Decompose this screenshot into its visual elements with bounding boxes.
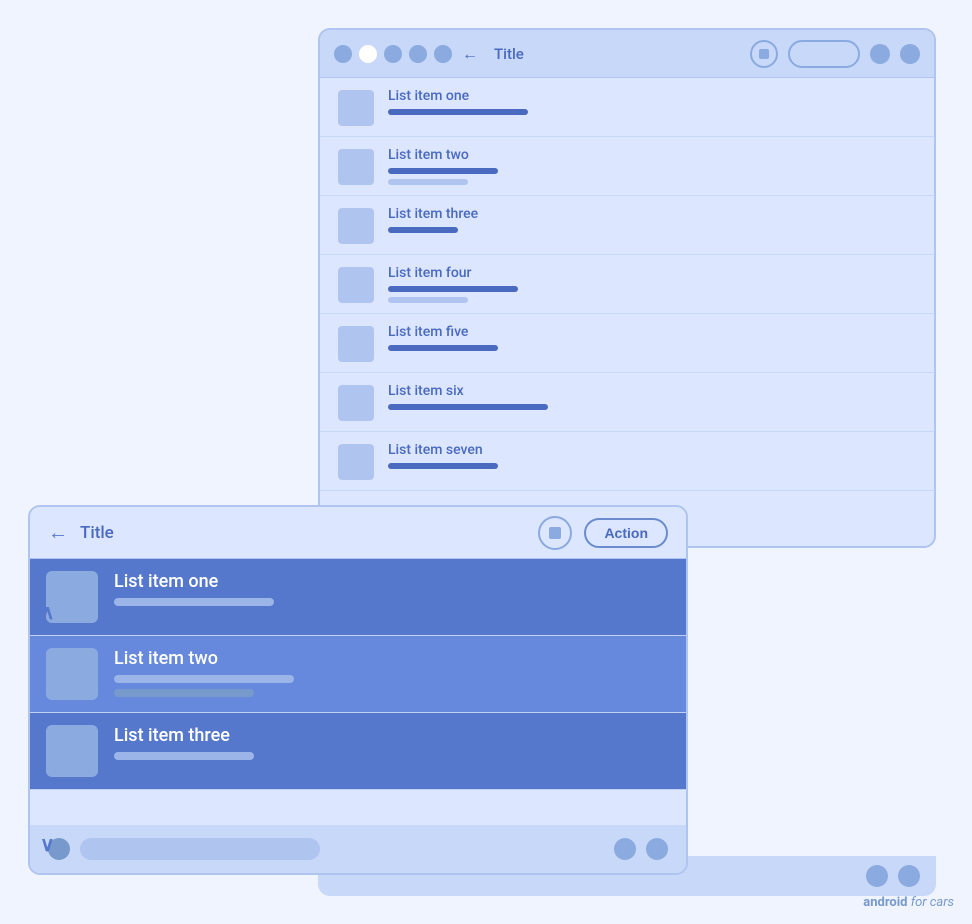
front-window-title: Title xyxy=(80,523,526,543)
back-item-title: List item five xyxy=(388,324,498,340)
front-menu-icon[interactable] xyxy=(538,516,572,550)
front-bar-primary xyxy=(114,675,294,683)
list-item[interactable]: List item one xyxy=(320,78,934,137)
bar-primary xyxy=(388,463,498,469)
watermark-suffix: for cars xyxy=(911,895,954,910)
list-item[interactable]: List item four xyxy=(320,255,934,314)
back-menu-icon-inner xyxy=(759,49,769,59)
front-list: List item one List item two List item th… xyxy=(30,559,686,825)
back-window-title: Title xyxy=(494,45,740,63)
back-item-text: List item four xyxy=(388,265,518,303)
back-pill-button[interactable] xyxy=(788,40,860,68)
front-item-title: List item one xyxy=(114,571,274,592)
back-bottom-dot-1 xyxy=(866,865,888,887)
back-item-text: List item seven xyxy=(388,442,498,469)
bar-secondary xyxy=(388,179,468,185)
front-window: ← Title Action List item one List item t… xyxy=(28,505,688,875)
front-bar-primary xyxy=(114,598,274,606)
back-thumb xyxy=(338,90,374,126)
back-item-text: List item three xyxy=(388,206,478,233)
dot-2 xyxy=(359,45,377,63)
list-item[interactable]: List item five xyxy=(320,314,934,373)
chevron-up-icon[interactable]: ∧ xyxy=(40,600,55,624)
back-item-title: List item three xyxy=(388,206,478,222)
front-item-title: List item two xyxy=(114,648,294,669)
back-dot-right-1 xyxy=(870,44,890,64)
bar-primary xyxy=(388,109,528,115)
bottom-dot-sm-2 xyxy=(646,838,668,860)
watermark: android for cars xyxy=(863,895,954,910)
back-item-text: List item two xyxy=(388,147,498,185)
back-item-text: List item one xyxy=(388,88,528,115)
list-item[interactable]: List item two xyxy=(320,137,934,196)
back-item-title: List item two xyxy=(388,147,498,163)
front-menu-icon-inner xyxy=(549,527,561,539)
back-list: List item one List item two List item th… xyxy=(320,78,934,491)
back-bottom-dot-2 xyxy=(898,865,920,887)
back-menu-icon[interactable] xyxy=(750,40,778,68)
front-item-text: List item one xyxy=(114,571,274,606)
back-item-title: List item one xyxy=(388,88,528,104)
bar-primary xyxy=(388,286,518,292)
list-item[interactable]: List item six xyxy=(320,373,934,432)
front-bar-primary xyxy=(114,752,254,760)
back-arrow-icon[interactable]: ← xyxy=(462,44,478,64)
front-item-title: List item three xyxy=(114,725,254,746)
list-item[interactable]: List item two xyxy=(30,636,686,713)
back-item-title: List item six xyxy=(388,383,548,399)
back-thumb xyxy=(338,385,374,421)
list-item[interactable]: List item seven xyxy=(320,432,934,491)
dot-1 xyxy=(334,45,352,63)
back-window: ← Title List item one List item two xyxy=(318,28,936,548)
front-thumb xyxy=(46,725,98,777)
front-item-text: List item three xyxy=(114,725,254,760)
front-bar-secondary xyxy=(114,689,254,697)
bar-primary xyxy=(388,168,498,174)
back-dot-row xyxy=(334,45,452,63)
back-item-text: List item six xyxy=(388,383,548,410)
dot-5 xyxy=(434,45,452,63)
watermark-brand: android xyxy=(863,895,907,910)
bar-primary xyxy=(388,227,458,233)
front-thumb xyxy=(46,648,98,700)
bar-secondary xyxy=(388,297,468,303)
back-thumb xyxy=(338,444,374,480)
list-item[interactable]: List item three xyxy=(30,713,686,790)
back-thumb xyxy=(338,326,374,362)
back-title-bar: ← Title xyxy=(320,30,934,78)
front-back-arrow-icon[interactable]: ← xyxy=(48,520,68,545)
back-thumb xyxy=(338,208,374,244)
back-item-title: List item four xyxy=(388,265,518,281)
list-item[interactable]: List item three xyxy=(320,196,934,255)
back-toolbar-right xyxy=(750,40,920,68)
dot-4 xyxy=(409,45,427,63)
back-thumb xyxy=(338,267,374,303)
back-dot-right-2 xyxy=(900,44,920,64)
dot-3 xyxy=(384,45,402,63)
front-item-text: List item two xyxy=(114,648,294,697)
back-item-title: List item seven xyxy=(388,442,498,458)
back-item-text: List item five xyxy=(388,324,498,351)
list-item[interactable]: List item one xyxy=(30,559,686,636)
back-thumb xyxy=(338,149,374,185)
chevron-down-icon[interactable]: ∨ xyxy=(40,832,55,856)
front-bottom-bar xyxy=(30,825,686,873)
bar-primary xyxy=(388,345,498,351)
action-button[interactable]: Action xyxy=(584,518,668,548)
bottom-dot-sm-1 xyxy=(614,838,636,860)
bottom-pill[interactable] xyxy=(80,838,320,860)
front-title-bar: ← Title Action xyxy=(30,507,686,559)
bar-primary xyxy=(388,404,548,410)
